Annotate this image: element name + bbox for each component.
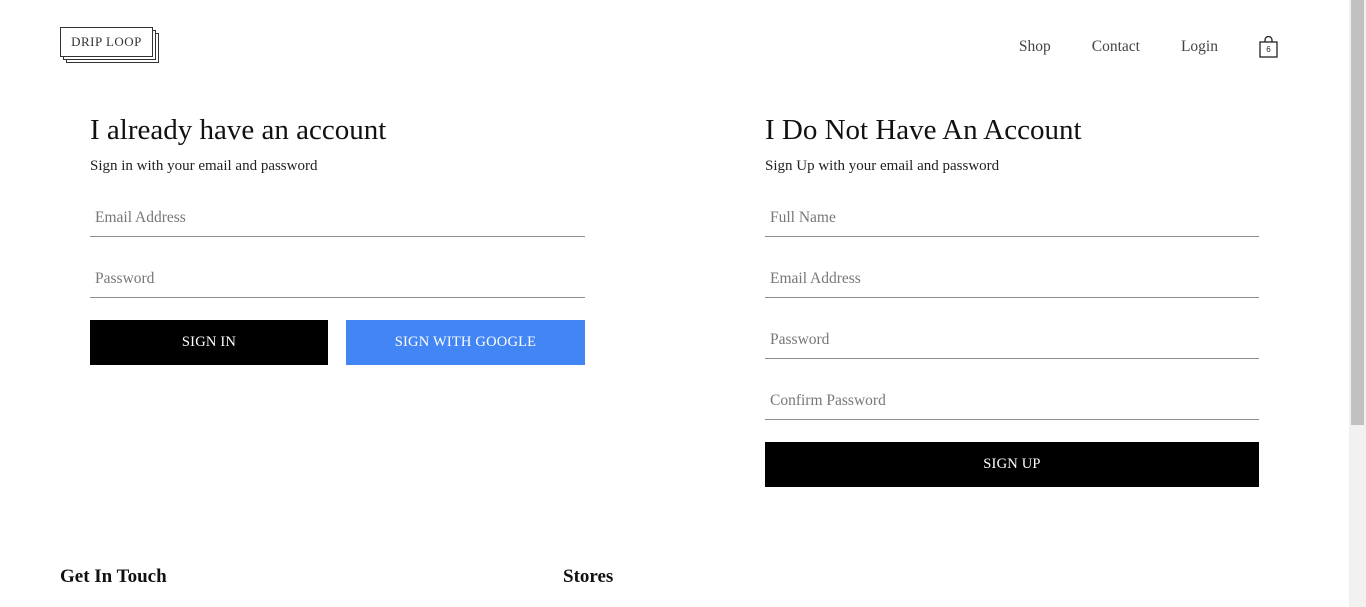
footer-stores-heading: Stores <box>563 566 614 587</box>
cart-count: 6 <box>1266 45 1271 54</box>
cart-button[interactable]: 6 <box>1259 36 1278 58</box>
sign-in-email-input[interactable] <box>90 193 585 236</box>
confirm-password-input[interactable] <box>765 376 1259 419</box>
sign-up-email-field <box>765 254 1259 298</box>
footer-get-in-touch-heading: Get In Touch <box>60 566 167 587</box>
sign-in-email-field <box>90 193 585 237</box>
sign-in-password-input[interactable] <box>90 254 585 297</box>
sign-up-subtitle: Sign Up with your email and password <box>765 158 1000 174</box>
sign-up-button[interactable]: SIGN UP <box>765 442 1259 487</box>
nav-shop-link[interactable]: Shop <box>1019 38 1051 56</box>
sign-up-password-input[interactable] <box>765 315 1259 358</box>
nav-login-link[interactable]: Login <box>1181 38 1218 56</box>
main-nav: Shop Contact Login 6 <box>1019 36 1278 58</box>
sign-up-name-field <box>765 193 1259 237</box>
sign-in-google-button[interactable]: SIGN WITH GOOGLE <box>346 320 585 365</box>
logo-layer-front: DRIP LOOP <box>60 27 153 57</box>
sign-in-password-field <box>90 254 585 298</box>
sign-up-email-input[interactable] <box>765 254 1259 297</box>
logo[interactable]: DRIP LOOP <box>60 27 159 63</box>
sign-in-subtitle: Sign in with your email and password <box>90 158 318 174</box>
scrollbar-thumb[interactable] <box>1351 0 1364 425</box>
page: DRIP LOOP Shop Contact Login 6 I already… <box>0 0 1366 607</box>
vertical-scrollbar[interactable] <box>1349 0 1366 607</box>
sign-in-buttons: SIGN IN SIGN WITH GOOGLE <box>90 320 585 365</box>
sign-in-button[interactable]: SIGN IN <box>90 320 328 365</box>
sign-in-section: I already have an account Sign in with y… <box>90 112 585 365</box>
logo-text: DRIP LOOP <box>71 34 142 49</box>
sign-up-title: I Do Not Have An Account <box>765 114 1082 146</box>
sign-in-title: I already have an account <box>90 114 387 146</box>
sign-up-password-field <box>765 315 1259 359</box>
sign-up-section: I Do Not Have An Account Sign Up with yo… <box>765 112 1259 487</box>
nav-contact-link[interactable]: Contact <box>1092 38 1140 56</box>
full-name-input[interactable] <box>765 193 1259 236</box>
confirm-password-field <box>765 376 1259 420</box>
